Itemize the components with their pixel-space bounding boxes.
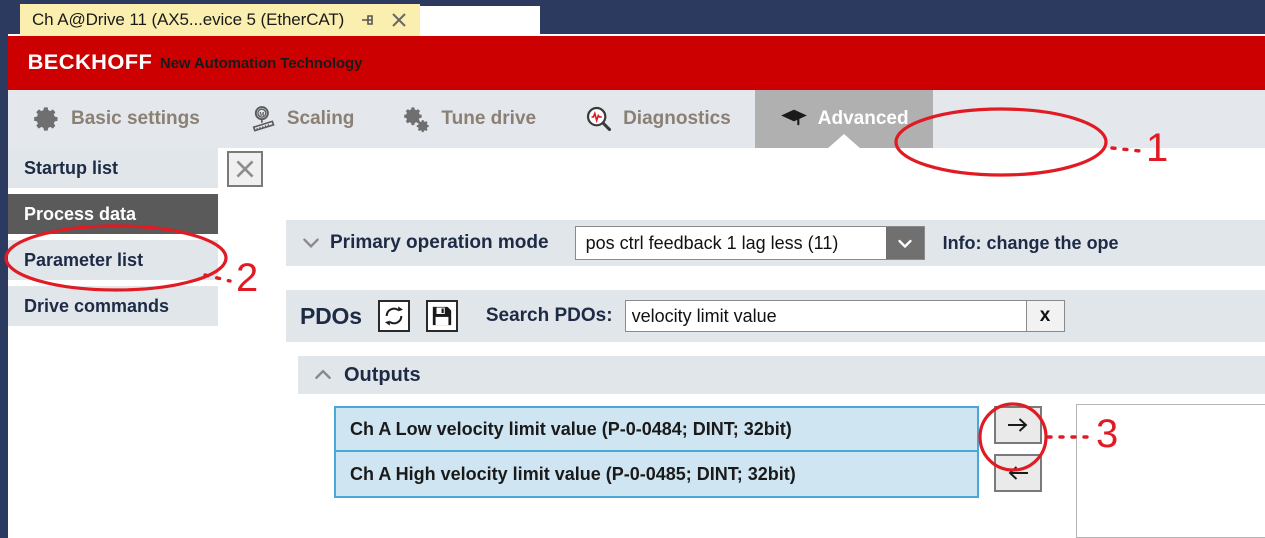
annotation-ellipse-1 [894,107,1108,177]
annotation-number-3: 3 [1096,412,1119,456]
annotation-overlay [4,107,1142,472]
annotation-number-1: 1 [1146,126,1169,170]
annotation-ellipse-2 [4,224,228,292]
annotation-leader-1 [1110,146,1142,153]
annotation-leader-2 [203,273,232,283]
application-window: Ch A@Drive 11 (AX5...evice 5 (EtherCAT) … [0,0,1265,538]
annotation-ellipse-3 [978,402,1048,472]
annotation-number-2: 2 [236,256,259,300]
